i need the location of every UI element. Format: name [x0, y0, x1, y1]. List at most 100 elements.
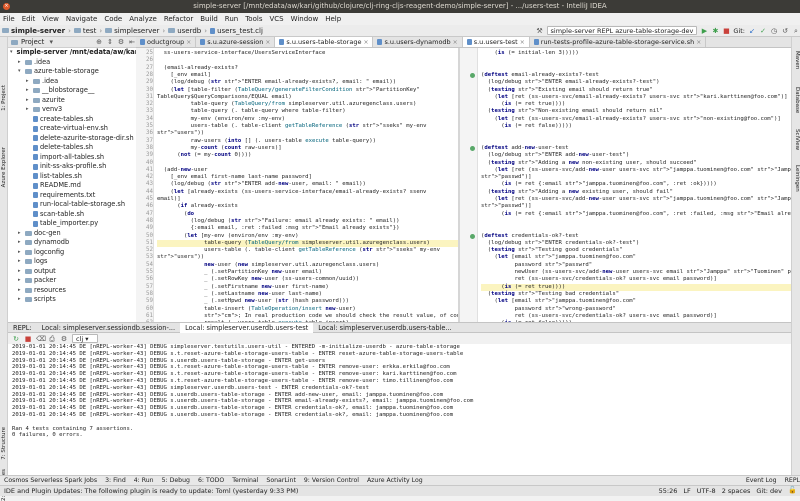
tree-item[interactable]: create-tables.sh — [8, 115, 136, 125]
menu-item-analyze[interactable]: Analyze — [129, 13, 157, 25]
run-config-select[interactable]: simple-server REPL azure-table-storage-d… — [546, 26, 698, 35]
code-line[interactable]: str">"users")) — [157, 254, 458, 261]
breadcrumb-item[interactable]: simple-server — [2, 27, 65, 35]
side-tab-database[interactable]: Database — [794, 87, 800, 113]
editor-tab[interactable]: oductgroup × — [136, 37, 197, 47]
left-editor[interactable]: 25 ss-users-service-interface/UsersServi… — [136, 48, 458, 322]
code-line[interactable]: TableQuery$QueryComparisons/EQUAL email) — [157, 94, 458, 101]
tree-item[interactable]: requirements.txt — [8, 191, 136, 201]
code-line[interactable]: new-user (new simpleserver.util.azuregen… — [157, 262, 458, 269]
lock-icon[interactable]: 🔓 — [788, 486, 797, 494]
tree-item[interactable]: README.md — [8, 181, 136, 191]
tree-item[interactable]: init-ss-aks-profile.sh — [8, 162, 136, 172]
breadcrumb-item[interactable]: test — [73, 27, 96, 35]
indent-setting[interactable]: 2 spaces — [722, 486, 751, 497]
side-tab-leiningen[interactable]: Leiningen — [794, 165, 800, 192]
tree-item[interactable]: create-virtual-env.sh — [8, 124, 136, 134]
side-tab-structure[interactable]: 7: Structure — [1, 427, 7, 460]
debug-icon[interactable]: ✱ — [711, 27, 719, 35]
side-tab-maven[interactable]: Maven — [794, 51, 800, 69]
side-tab-azure-explorer[interactable]: Azure Explorer — [1, 147, 7, 187]
code-line[interactable]: (log/debug str">"ENTER add-new-user-test… — [481, 152, 791, 159]
code-line[interactable]: ss-users-service-interface/UsersServiceI… — [157, 50, 458, 57]
tree-item[interactable]: ▸ logconfig — [8, 248, 136, 258]
tool-window-8[interactable]: Azure Activity Log — [367, 477, 423, 484]
collapsed-arrow-icon[interactable]: ▸ — [26, 77, 31, 87]
target-icon[interactable]: ⊕ — [95, 38, 103, 46]
code-line[interactable]: str">"passwd")] — [481, 174, 791, 181]
collapsed-arrow-icon[interactable]: ▸ — [26, 96, 31, 106]
code-line[interactable]: str">"cm">; In real production code we s… — [157, 313, 458, 320]
revert-icon[interactable]: ↺ — [781, 27, 789, 35]
settings-icon[interactable]: ⚙ — [60, 335, 68, 343]
code-line[interactable]: [_env email first-name last-name passwor… — [157, 174, 458, 181]
project-panel-title[interactable]: Project — [21, 38, 44, 46]
code-line[interactable]: email)] — [157, 196, 458, 203]
close-icon[interactable]: × — [265, 37, 270, 47]
tree-item[interactable]: ▸ azurite — [8, 96, 136, 106]
tree-item[interactable]: ▸ resources — [8, 286, 136, 296]
code-line[interactable]: (add-new-user — [157, 167, 458, 174]
code-line[interactable]: (do — [157, 211, 458, 218]
code-line[interactable]: (testing str">"Adding a new non-existing… — [481, 160, 791, 167]
hammer-icon[interactable]: ⚒ — [536, 27, 544, 35]
code-line[interactable]: (log/debug str">"ENTER email-already-exi… — [481, 79, 791, 86]
collapsed-arrow-icon[interactable]: ▸ — [18, 238, 23, 248]
code-line[interactable]: (not (= my-count 0)))) — [157, 152, 458, 159]
tool-window-6[interactable]: SonarLint — [266, 477, 295, 484]
tree-item[interactable]: ▸ output — [8, 267, 136, 277]
clear-icon[interactable]: ⌫ — [36, 335, 46, 343]
close-icon[interactable]: × — [186, 37, 191, 47]
collapsed-arrow-icon[interactable]: ▸ — [26, 86, 31, 96]
chevron-down-icon[interactable]: ▾ — [47, 38, 55, 46]
code-line[interactable]: my-env (environ/env :my-env) — [157, 116, 458, 123]
editor-tab[interactable]: s.u.azure-session × — [196, 37, 276, 47]
tree-item[interactable]: ▸ .idea — [8, 58, 136, 68]
code-line[interactable]: (let [ret (ss-users-svc/email-already-ex… — [481, 116, 791, 123]
code-line[interactable]: [_env email] — [157, 72, 458, 79]
code-line[interactable]: (log/debug (str str">"ENTER email-alread… — [157, 79, 458, 86]
menu-item-edit[interactable]: Edit — [22, 13, 36, 25]
code-line[interactable]: _ (.setRowKey new-user (ss-users-common/… — [157, 276, 458, 283]
code-line[interactable]: table-query (TableQuery/from simpleserve… — [157, 101, 458, 108]
run-test-icon[interactable] — [470, 145, 475, 151]
code-line[interactable]: users-table (. table-client getTableRefe… — [157, 123, 458, 130]
file-encoding[interactable]: UTF-8 — [697, 486, 716, 497]
breadcrumb-item[interactable]: users_test.clj — [210, 27, 263, 35]
editor-tab[interactable]: s.u.users-test × — [462, 37, 530, 47]
vcs-update-icon[interactable]: ↙ — [748, 27, 756, 35]
code-line[interactable]: _ (.setPartitionKey new-user email) — [157, 269, 458, 276]
menu-item-window[interactable]: Window — [291, 13, 319, 25]
collapsed-arrow-icon[interactable]: ▸ — [18, 276, 23, 286]
run-test-icon[interactable] — [470, 72, 475, 78]
tool-window-2[interactable]: 4: Run — [134, 477, 154, 484]
cursor-position[interactable]: 55:26 — [659, 486, 678, 497]
breadcrumb-item[interactable]: userdb — [168, 27, 201, 35]
code-line[interactable]: newUser (ss-users-svc/add-new-user users… — [481, 269, 791, 276]
run-icon[interactable]: ▶ — [700, 27, 708, 35]
repl-ns-select[interactable]: clj ▾ — [72, 334, 98, 343]
repl-tab[interactable]: Local: simpleserver.sessiondb.session-..… — [37, 323, 180, 333]
code-line[interactable]: table-insert (TableOperation/insert new-… — [157, 306, 458, 313]
right-editor[interactable]: (is (= initial-len 3))))) (deftest email-… — [460, 48, 791, 322]
close-icon[interactable]: × — [696, 37, 701, 47]
code-line[interactable]: (testing str">"Testing good credentials" — [481, 247, 791, 254]
tree-item[interactable]: ▸ doc-gen — [8, 229, 136, 239]
expanded-arrow-icon[interactable]: ▾ — [10, 48, 13, 58]
close-icon[interactable]: × — [363, 37, 368, 47]
line-separator[interactable]: LF — [683, 486, 690, 497]
tree-item[interactable]: scan-table.sh — [8, 210, 136, 220]
editor-tab[interactable]: s.u.users-dynamodb × — [373, 37, 463, 47]
repl-tab[interactable]: Local: simpleserver.userdb.users-test — [180, 322, 314, 333]
tool-window-3[interactable]: 5: Debug — [162, 477, 190, 484]
gear-icon[interactable]: ⚙ — [117, 38, 125, 46]
repl-tab[interactable]: Local: simpleserver.userdb.users-table..… — [313, 323, 456, 333]
code-line[interactable]: password str">"passwrd" — [481, 262, 791, 269]
code-line[interactable]: my-count (count raw-users)] — [157, 145, 458, 152]
tree-item[interactable]: ▸ venv3 — [8, 105, 136, 115]
code-line[interactable]: (testing str">"Non-existing email should… — [481, 108, 791, 115]
tool-window-0[interactable]: Cosmos Serverless Spark Jobs — [4, 477, 97, 484]
code-line[interactable]: (email-already-exists? — [157, 65, 458, 72]
vcs-commit-icon[interactable]: ✓ — [759, 27, 767, 35]
code-line[interactable]: _ (.setFirstname new-user first-name) — [157, 284, 458, 291]
